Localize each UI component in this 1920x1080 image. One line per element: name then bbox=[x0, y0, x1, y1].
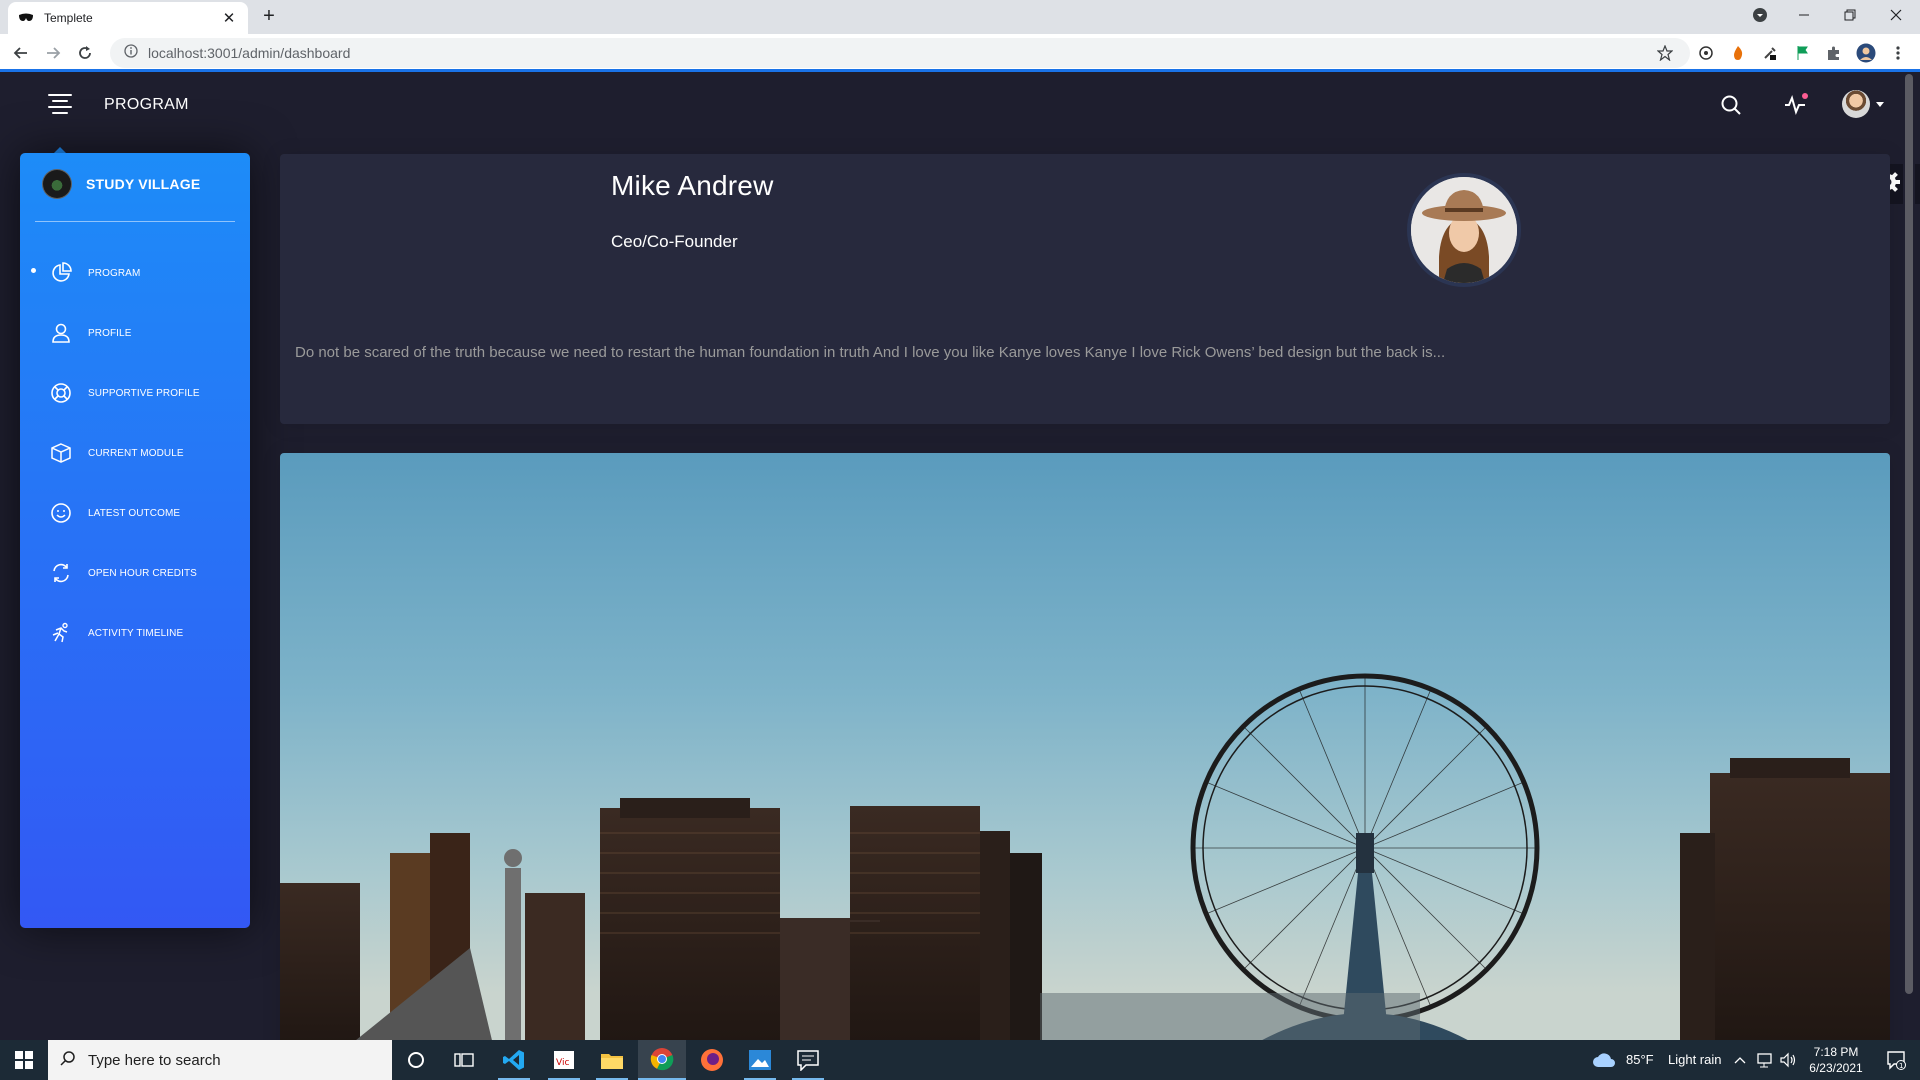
tab-title: Templete bbox=[44, 11, 93, 25]
page-scrollbar[interactable] bbox=[1903, 72, 1915, 1040]
extensions-puzzle-icon[interactable] bbox=[1824, 43, 1844, 63]
taskbar-clock[interactable]: 7:18 PM 6/23/2021 bbox=[1800, 1044, 1872, 1076]
cortana-icon[interactable] bbox=[392, 1040, 440, 1080]
user-icon bbox=[49, 321, 73, 345]
sidebar-item-label: PROFILE bbox=[88, 327, 132, 339]
clock-date: 6/23/2021 bbox=[1809, 1061, 1863, 1075]
sidebar-item-label: PROGRAM bbox=[88, 267, 141, 279]
tray-chevron-up-icon[interactable] bbox=[1728, 1040, 1752, 1080]
minimize-button[interactable] bbox=[1782, 0, 1826, 30]
sidebar-item-supportive-profile[interactable]: SUPPORTIVE PROFILE bbox=[20, 363, 250, 423]
volume-icon[interactable] bbox=[1776, 1040, 1800, 1080]
activity-notification-icon[interactable] bbox=[1782, 92, 1808, 118]
profile-name: Mike Andrew bbox=[611, 170, 774, 201]
svg-text:Vic: Vic bbox=[556, 1058, 569, 1068]
windows-taskbar: Type here to search Vic 85°F Light rain bbox=[0, 1040, 1920, 1080]
clock-time: 7:18 PM bbox=[1813, 1045, 1859, 1059]
action-center-icon[interactable]: 1 bbox=[1872, 1040, 1920, 1080]
browser-menu-icon[interactable] bbox=[1888, 43, 1908, 63]
sidebar-item-latest-outcome[interactable]: LATEST OUTCOME bbox=[20, 483, 250, 543]
sidebar-item-label: ACTIVITY TIMELINE bbox=[88, 627, 184, 639]
chrome-icon[interactable] bbox=[638, 1040, 686, 1080]
scrollbar-thumb[interactable] bbox=[1905, 74, 1913, 994]
profile-role: Ceo/Co-Founder bbox=[611, 232, 738, 251]
page-title[interactable]: PROGRAM bbox=[104, 96, 189, 114]
sidebar-logo[interactable]: STUDY VILLAGE bbox=[42, 169, 200, 199]
sidebar-item-program[interactable]: PROGRAM bbox=[20, 243, 250, 303]
file-explorer-icon[interactable] bbox=[588, 1040, 636, 1080]
chrome-profile-avatar[interactable] bbox=[1856, 43, 1876, 63]
sidebar-item-activity-timeline[interactable]: ACTIVITY TIMELINE bbox=[20, 603, 250, 663]
brand-logo bbox=[42, 169, 72, 199]
task-view-icon[interactable] bbox=[440, 1040, 488, 1080]
sidebar-item-label: OPEN HOUR CREDITS bbox=[88, 567, 197, 579]
sidebar-item-label: CURRENT MODULE bbox=[88, 447, 184, 459]
network-icon[interactable] bbox=[1752, 1040, 1776, 1080]
sidebar: STUDY VILLAGE PROGRAM PROFILE SUPPORTIVE… bbox=[20, 153, 250, 928]
firefox-icon[interactable] bbox=[688, 1040, 736, 1080]
chart-pie-icon bbox=[49, 261, 73, 285]
profile-card: Mike Andrew Ceo/Co-Founder Do not be sca… bbox=[280, 154, 1890, 424]
info-icon[interactable] bbox=[124, 43, 138, 63]
chevron-down-icon[interactable] bbox=[1876, 102, 1884, 107]
active-indicator bbox=[31, 268, 36, 273]
vlc-icon[interactable]: Vic bbox=[540, 1040, 588, 1080]
new-tab-button[interactable]: + bbox=[258, 6, 280, 28]
notification-dot bbox=[1802, 93, 1808, 99]
browser-tabbar: Templete ✕ + bbox=[0, 0, 1920, 34]
sidebar-item-label: LATEST OUTCOME bbox=[88, 507, 181, 519]
weather-cloud-icon[interactable] bbox=[1580, 1040, 1628, 1080]
sidebar-item-current-module[interactable]: CURRENT MODULE bbox=[20, 423, 250, 483]
restore-button[interactable] bbox=[1828, 0, 1872, 30]
back-arrow-icon[interactable] bbox=[8, 40, 34, 66]
life-ring-icon bbox=[49, 381, 73, 405]
mask-icon bbox=[18, 10, 34, 26]
sidebar-divider bbox=[35, 221, 235, 222]
extension-fire-icon[interactable] bbox=[1728, 43, 1748, 63]
top-navbar: PROGRAM bbox=[0, 72, 1920, 138]
extension-eyedropper-icon[interactable] bbox=[1760, 43, 1780, 63]
vscode-icon[interactable] bbox=[490, 1040, 538, 1080]
weather-temp[interactable]: 85°F bbox=[1626, 1052, 1654, 1067]
weather-desc[interactable]: Light rain bbox=[1668, 1052, 1721, 1067]
url-text: localhost:3001/admin/dashboard bbox=[148, 45, 351, 61]
sidebar-item-label: SUPPORTIVE PROFILE bbox=[88, 387, 200, 399]
browser-tab[interactable]: Templete ✕ bbox=[8, 2, 248, 34]
search-icon[interactable] bbox=[1718, 92, 1744, 118]
search-icon bbox=[60, 1050, 76, 1071]
reload-icon[interactable] bbox=[72, 40, 98, 66]
feedback-hub-icon[interactable] bbox=[784, 1040, 832, 1080]
windows-start-icon[interactable] bbox=[0, 1040, 48, 1080]
svg-text:1: 1 bbox=[1899, 1062, 1903, 1070]
tab-close-icon[interactable]: ✕ bbox=[220, 9, 238, 27]
browser-toolbar: localhost:3001/admin/dashboard bbox=[0, 34, 1920, 72]
smile-icon bbox=[49, 501, 73, 525]
profile-bio: Do not be scared of the truth because we… bbox=[295, 344, 1446, 361]
profile-photo bbox=[1407, 173, 1521, 287]
brand-name: STUDY VILLAGE bbox=[86, 176, 201, 192]
refresh-icon bbox=[49, 561, 73, 585]
taskbar-search[interactable]: Type here to search bbox=[48, 1040, 392, 1080]
taskbar-search-placeholder: Type here to search bbox=[88, 1051, 221, 1069]
sidebar-item-profile[interactable]: PROFILE bbox=[20, 303, 250, 363]
photos-icon[interactable] bbox=[736, 1040, 784, 1080]
profile-menu-icon[interactable] bbox=[1738, 0, 1782, 30]
box-icon bbox=[49, 441, 73, 465]
bookmark-star-icon[interactable] bbox=[1655, 43, 1675, 63]
cover-photo bbox=[280, 453, 1890, 1040]
close-window-button[interactable] bbox=[1874, 0, 1918, 30]
sidebar-toggle-icon[interactable] bbox=[48, 94, 72, 116]
extension-flag-icon[interactable] bbox=[1792, 43, 1812, 63]
sidebar-item-open-hour-credits[interactable]: OPEN HOUR CREDITS bbox=[20, 543, 250, 603]
forward-arrow-icon[interactable] bbox=[40, 40, 66, 66]
running-icon bbox=[49, 621, 73, 645]
address-bar[interactable]: localhost:3001/admin/dashboard bbox=[110, 38, 1690, 68]
dashboard-app: PROGRAM STUDY VILLAGE PROGRAM PROFILE SU… bbox=[0, 72, 1920, 1040]
extension-crosshair-icon[interactable] bbox=[1696, 43, 1716, 63]
sidebar-menu: PROGRAM PROFILE SUPPORTIVE PROFILE CURRE… bbox=[20, 243, 250, 663]
user-avatar[interactable] bbox=[1842, 90, 1870, 118]
